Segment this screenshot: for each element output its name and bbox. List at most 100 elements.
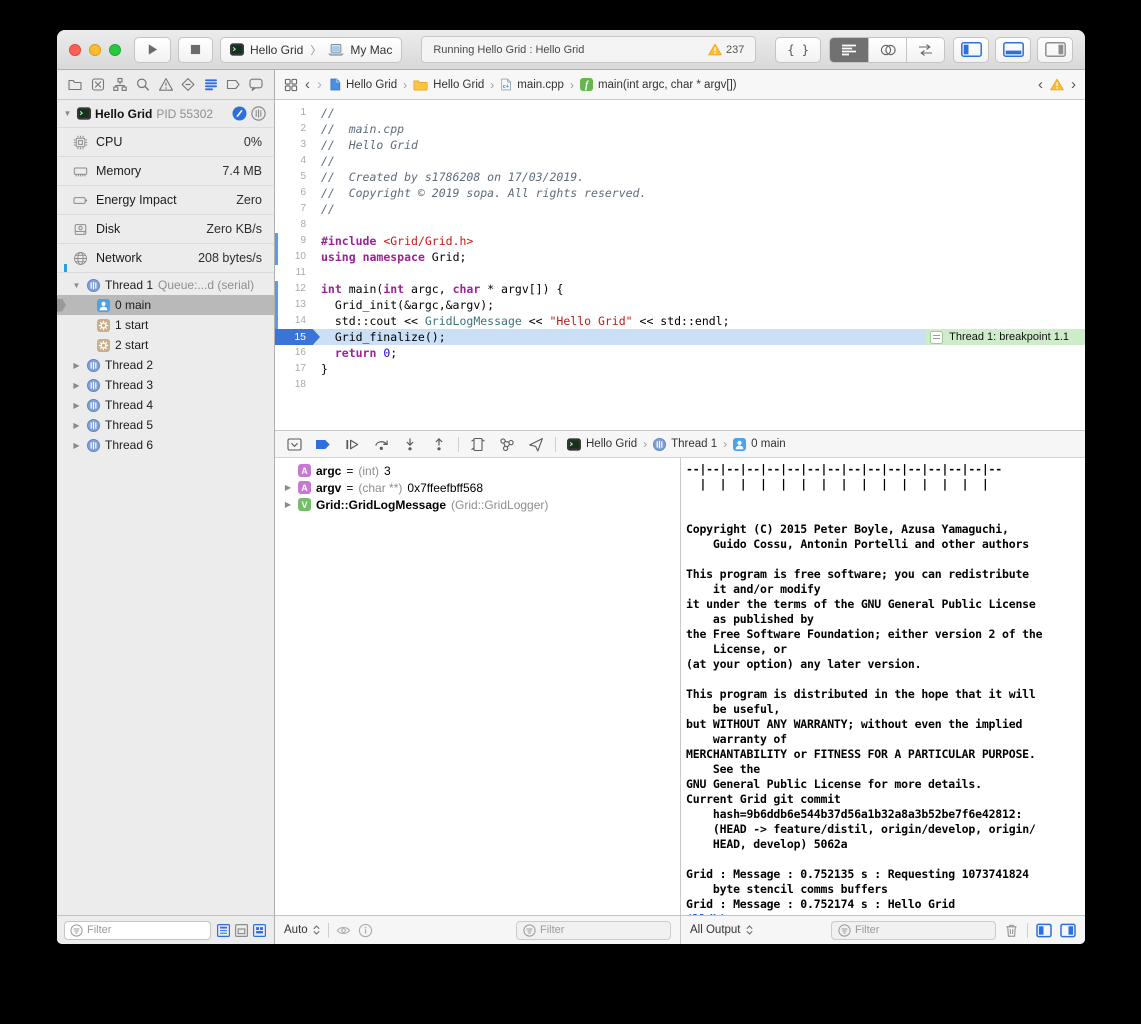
gauge-energy[interactable]: Energy ImpactZero (57, 185, 274, 214)
gauge-memory[interactable]: Memory7.4 MB (57, 156, 274, 185)
thread-row[interactable]: ▶Thread 6 (57, 435, 274, 455)
view-mode-button[interactable] (251, 106, 266, 121)
breadcrumb-item[interactable]: fmain(int argc, char * argv[]) (580, 78, 737, 91)
navigator-tab-source-control[interactable] (89, 75, 107, 95)
version-editor-button[interactable] (906, 38, 944, 62)
gauge-disk[interactable]: DiskZero KB/s (57, 214, 274, 243)
thread-row[interactable]: ▶Thread 3 (57, 375, 274, 395)
variables-filter-field[interactable]: Filter (516, 921, 671, 940)
process-row[interactable]: ▼ Hello Grid PID 55302 (57, 100, 274, 127)
stop-button[interactable] (178, 37, 213, 63)
stack-frame-row[interactable]: 1 start (57, 315, 274, 335)
breadcrumb-item[interactable]: Hello Grid (413, 79, 484, 91)
minimize-button[interactable] (89, 44, 101, 56)
go-back-button[interactable]: ‹ (305, 77, 310, 92)
line-number-gutter[interactable]: 11 (275, 265, 313, 281)
code-line-11[interactable]: 11 (275, 265, 1085, 281)
disclosure-icon[interactable]: ▶ (71, 381, 82, 390)
pause-process-button[interactable] (232, 106, 247, 121)
navigator-tab-breakpoint[interactable] (224, 75, 242, 95)
step-out-button[interactable] (429, 434, 449, 454)
code-line-2[interactable]: 2// main.cpp (275, 121, 1085, 137)
hide-debug-area-button[interactable] (284, 434, 304, 454)
line-number-gutter[interactable]: 2 (275, 121, 313, 137)
navigator-tab-debug[interactable] (202, 75, 220, 95)
debug-breadcrumb-item[interactable]: Thread 1 (653, 438, 717, 451)
assistant-editor-button[interactable] (868, 38, 906, 62)
console-filter-field[interactable]: Filter (831, 921, 996, 940)
line-number-gutter[interactable]: 7 (275, 201, 313, 217)
stack-frame-row[interactable]: 2 start (57, 335, 274, 355)
line-number-gutter[interactable]: 13 (275, 297, 313, 313)
breadcrumb-item[interactable]: c+main.cpp (500, 78, 564, 91)
line-number-gutter[interactable]: 3 (275, 137, 313, 153)
show-stack-frames-button[interactable] (252, 923, 267, 938)
disclosure-icon[interactable]: ▶ (71, 421, 82, 430)
code-line-4[interactable]: 4// (275, 153, 1085, 169)
view-hierarchy-button[interactable] (468, 434, 488, 454)
navigator-tab-test[interactable] (179, 75, 197, 95)
line-number-gutter[interactable]: 5 (275, 169, 313, 185)
code-line-17[interactable]: 17} (275, 361, 1085, 377)
toggle-variables-view-button[interactable] (1036, 923, 1052, 938)
thread-row[interactable]: ▶Thread 2 (57, 355, 274, 375)
code-line-6[interactable]: 6// Copyright © 2019 sopa. All rights re… (275, 185, 1085, 201)
debug-breadcrumb-item[interactable]: 0 main (733, 438, 786, 451)
navigator-tab-symbol[interactable] (111, 75, 129, 95)
toggle-debug-area-button[interactable] (995, 37, 1031, 63)
line-number-gutter[interactable]: 14 (275, 313, 313, 329)
navigator-tab-report[interactable] (247, 75, 265, 95)
show-crashed-threads-button[interactable] (216, 923, 231, 938)
related-items-icon[interactable] (284, 78, 298, 92)
quicklook-button[interactable] (336, 923, 351, 938)
variable-disclosure-icon[interactable]: ▶ (283, 483, 293, 492)
source-editor[interactable]: 1//2// main.cpp3// Hello Grid4//5// Crea… (275, 100, 1085, 430)
library-button[interactable]: { } (775, 37, 821, 63)
variables-scope-selector[interactable]: Auto (284, 924, 321, 936)
code-line-3[interactable]: 3// Hello Grid (275, 137, 1085, 153)
close-button[interactable] (69, 44, 81, 56)
line-number-gutter[interactable]: 9 (275, 233, 313, 249)
code-line-13[interactable]: 13 Grid_init(&argc,&argv); (275, 297, 1085, 313)
console-scope-selector[interactable]: All Output (690, 924, 754, 936)
gauge-network[interactable]: Network208 bytes/s (57, 243, 274, 272)
code-line-18[interactable]: 18 (275, 377, 1085, 393)
code-line-16[interactable]: 16 return 0; (275, 345, 1085, 361)
previous-issue-button[interactable]: ‹ (1038, 77, 1043, 92)
console-view[interactable]: --|--|--|--|--|--|--|--|--|--|--|--|--|-… (680, 458, 1085, 915)
step-into-button[interactable] (400, 434, 420, 454)
show-running-blocks-button[interactable] (234, 923, 249, 938)
line-number-gutter[interactable]: 12 (275, 281, 313, 297)
line-number-gutter[interactable]: 10 (275, 249, 313, 265)
code-line-8[interactable]: 8 (275, 217, 1085, 233)
continue-button[interactable] (342, 434, 362, 454)
code-line-15[interactable]: 15 Grid_finalize();Thread 1: breakpoint … (275, 329, 1085, 345)
toggle-inspector-button[interactable] (1037, 37, 1073, 63)
zoom-button[interactable] (109, 44, 121, 56)
breakpoints-toggle-button[interactable] (313, 434, 333, 454)
navigator-tab-project[interactable] (66, 75, 84, 95)
disclosure-icon[interactable]: ▶ (71, 401, 82, 410)
line-number-gutter[interactable]: 8 (275, 217, 313, 233)
line-number-gutter[interactable]: 17 (275, 361, 313, 377)
code-line-12[interactable]: 12int main(int argc, char * argv[]) { (275, 281, 1085, 297)
line-number-gutter[interactable]: 1 (275, 105, 313, 121)
code-line-10[interactable]: 10using namespace Grid; (275, 249, 1085, 265)
disclosure-icon[interactable]: ▼ (71, 281, 82, 290)
run-button[interactable] (134, 37, 171, 63)
variable-row[interactable]: ▶VGrid::GridLogMessage(Grid::GridLogger) (275, 496, 680, 513)
activity-viewer[interactable]: Running Hello Grid : Hello Grid 237 (421, 36, 756, 63)
navigator-filter-field[interactable]: Filter (64, 921, 211, 940)
toggle-navigator-button[interactable] (953, 37, 989, 63)
debug-breadcrumb-item[interactable]: Hello Grid (567, 438, 637, 451)
simulate-location-button[interactable] (526, 434, 546, 454)
stack-frame-row[interactable]: 0 main (57, 295, 274, 315)
thread-row[interactable]: ▼Thread 1Queue:...d (serial) (57, 275, 274, 295)
variable-disclosure-icon[interactable]: ▶ (283, 500, 293, 509)
line-number-gutter[interactable]: 18 (275, 377, 313, 393)
line-number-gutter[interactable]: 4 (275, 153, 313, 169)
scheme-selector[interactable]: Hello Grid 〉 My Mac (220, 37, 402, 63)
breakpoint-annotation[interactable]: Thread 1: breakpoint 1.1 (925, 329, 1085, 345)
disclosure-icon[interactable]: ▶ (71, 361, 82, 370)
line-number-gutter[interactable]: 16 (275, 345, 313, 361)
